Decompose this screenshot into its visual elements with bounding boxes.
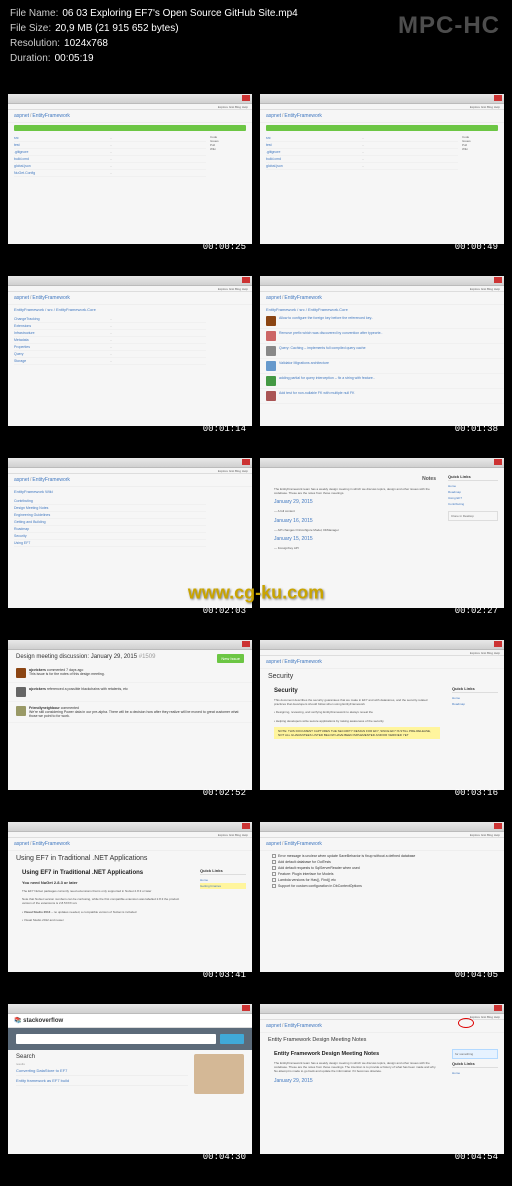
browser-chrome [8,458,252,468]
stackoverflow-header: 📚 stackoverflow [8,1014,252,1028]
thumbnail[interactable]: Notes The EntityFramework team has a wee… [260,444,504,618]
thumbnail[interactable]: Explore Gist Blog Help aspnet/EntityFram… [8,444,252,618]
date-link[interactable]: January 16, 2015 [266,516,444,526]
sidebar-search[interactable]: for something [452,1049,498,1059]
browser-chrome [260,276,504,286]
timestamp: 00:00:49 [455,242,498,252]
wiki-heading: Entity Framework Design Meeting Notes [266,1049,448,1059]
timestamp: 00:04:54 [455,1152,498,1162]
question-link[interactable]: Entity framework as EF7 build [16,1078,188,1083]
file-list: ChangeTracking.. Extensions.. Infrastruc… [14,316,206,365]
file-list: src.. test.. .gitignore.. build.cmd.. gl… [14,135,206,177]
repo-breadcrumb: aspnet/EntityFramework [8,838,252,851]
browser-chrome [260,458,504,468]
file-list: src.. test.. .gitignore.. build.cmd.. gl… [266,135,458,170]
browser-chrome [8,94,252,104]
repo-breadcrumb: aspnet/EntityFramework [8,474,252,487]
new-issue-button[interactable]: New Issue [217,654,244,663]
search-input[interactable] [16,1034,216,1044]
wiki-title: Entity Framework Design Meeting Notes [260,1033,504,1047]
timestamp: 00:04:05 [455,970,498,980]
repo-sidebar [210,316,246,365]
advertisement[interactable] [194,1054,244,1094]
path-breadcrumb: EntityFramework / src / EntityFramework.… [260,305,504,314]
wiki-title: Security [260,669,504,684]
path-breadcrumb: EntityFramework / src / EntityFramework.… [8,305,252,314]
wiki-list: Contributing Design Meeting Notes Engine… [14,498,206,547]
search-heading: Search [16,1054,188,1060]
browser-chrome [260,640,504,650]
resolution-label: Resolution: [10,36,60,51]
file-size-label: File Size: [10,21,51,36]
thumbnail-grid: Explore Gist Blog Help aspnet/EntityFram… [0,72,512,1172]
duration-label: Duration: [10,51,51,66]
thumbnail[interactable]: Explore Gist Blog Help aspnet/EntityFram… [8,80,252,254]
resolution-value: 1024x768 [64,36,108,51]
timestamp: 00:00:25 [203,242,246,252]
search-button[interactable] [220,1034,244,1044]
repo-breadcrumb: aspnet/EntityFramework [260,292,504,305]
browser-chrome [260,1004,504,1014]
repo-sidebar: CodeIssuesPullWiki [210,135,246,177]
repo-breadcrumb: aspnet/EntityFramework [8,110,252,123]
file-name-label: File Name: [10,6,58,21]
thumbnail[interactable]: Explore Gist Blog Help aspnet/EntityFram… [8,262,252,436]
thumbnail[interactable]: Explore Gist Blog Help aspnet/EntityFram… [260,262,504,436]
browser-chrome [8,822,252,832]
wiki-breadcrumb: EntityFramework Wiki [8,487,252,496]
repo-breadcrumb: aspnet/EntityFramework [8,292,252,305]
duration-value: 00:05:19 [55,51,94,66]
timestamp: 00:02:52 [203,788,246,798]
thumbnail[interactable]: Explore Gist Blog Help aspnet/EntityFram… [260,80,504,254]
wiki-heading: Security [266,686,448,696]
date-link[interactable]: January 15, 2015 [266,534,444,544]
video-info-header: MPC-HC File Name: 06 03 Exploring EF7's … [0,0,512,72]
thumbnail[interactable]: Explore Gist Blog Help aspnet/EntityFram… [260,808,504,982]
warning-highlight: NOTE: THIS DOCUMENT CAPTURES THE SECURIT… [274,727,440,739]
nuget-note: You need NuGet 2.8.3 or later [14,878,196,887]
browser-chrome [8,276,252,286]
thumbnail[interactable]: Explore Gist Blog Help aspnet/EntityFram… [8,808,252,982]
issue-title: Design meeting discussion: January 29, 2… [16,654,244,660]
timestamp: 00:01:14 [203,424,246,434]
timestamp: 00:02:27 [455,606,498,616]
wiki-heading: Using EF7 in Traditional .NET Applicatio… [14,868,196,878]
browser-chrome [8,640,252,650]
repo-sidebar [210,498,246,547]
question-link[interactable]: Converting DataStore to EF7 [16,1068,188,1073]
annotation-circle [458,1018,474,1028]
stackoverflow-logo: 📚 stackoverflow [14,1017,63,1024]
so-search-bar [8,1028,252,1050]
wiki-title: Using EF7 in Traditional .NET Applicatio… [8,851,252,866]
repo-breadcrumb: aspnet/EntityFramework [260,110,504,123]
player-logo: MPC-HC [398,8,500,44]
timestamp: 00:02:03 [203,606,246,616]
file-name-value: 06 03 Exploring EF7's Open Source GitHub… [62,6,297,21]
readme-banner [14,125,246,131]
browser-chrome [260,822,504,832]
repo-sidebar: CodeIssuesPullWiki [462,135,498,170]
file-size-value: 20,9 MB (21 915 652 bytes) [55,21,178,36]
thumbnail[interactable]: Explore Gist Blog Help aspnet/EntityFram… [260,626,504,800]
browser-chrome [260,94,504,104]
timestamp: 00:03:16 [455,788,498,798]
quick-links-title: Quick Links [448,474,498,481]
repo-breadcrumb: aspnet/EntityFramework [260,1020,504,1033]
timestamp: 00:03:41 [203,970,246,980]
browser-chrome [8,1004,252,1014]
thumbnail[interactable]: 📚 stackoverflow Search results Convertin… [8,990,252,1164]
readme-banner [266,125,498,131]
timestamp: 00:01:38 [455,424,498,434]
thumbnail[interactable]: Explore Gist Blog Help aspnet/EntityFram… [260,990,504,1164]
repo-breadcrumb: aspnet/EntityFramework [260,838,504,851]
thumbnail[interactable]: New Issue Design meeting discussion: Jan… [8,626,252,800]
repo-breadcrumb: aspnet/EntityFramework [260,656,504,669]
date-link[interactable]: January 29, 2015 [266,1076,448,1086]
timestamp: 00:04:30 [203,1152,246,1162]
date-link[interactable]: January 29, 2015 [266,497,444,507]
